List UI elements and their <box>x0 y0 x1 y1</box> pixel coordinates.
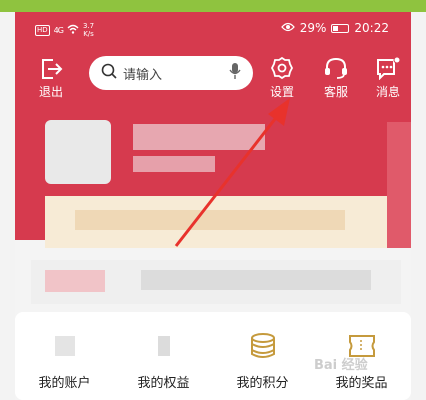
header-banner: HD 4G 3.7 K/s 29% 20:22 退出 请输入 设置 客服 消息 <box>15 12 411 248</box>
tile-my-rights[interactable]: 我的权益 <box>114 312 213 400</box>
signal-icon: 4G <box>53 25 64 35</box>
avatar[interactable] <box>45 120 111 184</box>
message-icon <box>370 56 406 80</box>
status-right: 29% 20:22 <box>280 21 389 35</box>
top-strip <box>0 0 426 12</box>
app-screen: HD 4G 3.7 K/s 29% 20:22 退出 请输入 设置 客服 消息 … <box>15 12 411 400</box>
message-button[interactable]: 消息 <box>370 56 406 100</box>
logout-label: 退出 <box>38 85 63 99</box>
microphone-icon[interactable] <box>229 62 241 84</box>
status-left: HD 4G 3.7 K/s <box>35 22 94 38</box>
search-icon <box>101 63 117 83</box>
message-label: 消息 <box>375 85 400 99</box>
watermark: Bai 经验 <box>314 358 368 373</box>
speed-value: 3.7 <box>82 22 95 30</box>
battery-percent: 29% <box>299 21 327 35</box>
settings-label: 设置 <box>269 85 294 99</box>
status-bar: HD 4G 3.7 K/s 29% 20:22 <box>15 12 411 46</box>
member-card-text-blurred <box>75 210 345 230</box>
coins-icon <box>248 332 278 364</box>
clock: 20:22 <box>354 21 389 35</box>
user-info-blurred <box>133 156 215 172</box>
customer-service-button[interactable]: 客服 <box>318 56 354 100</box>
battery-icon <box>331 23 350 33</box>
hd-badge: HD <box>35 24 50 36</box>
logout-icon <box>35 58 67 80</box>
search-input[interactable]: 请输入 <box>123 64 229 83</box>
info-row-tag-blurred <box>45 270 105 292</box>
speed-unit: K/s <box>83 30 94 38</box>
account-icon <box>51 332 79 364</box>
tile-my-points[interactable]: 我的积分 <box>213 312 312 400</box>
tile-label: 我的奖品 <box>335 376 388 391</box>
logout-button[interactable]: 退出 <box>35 58 67 100</box>
service-label: 客服 <box>323 85 348 99</box>
side-panel-blurred <box>387 122 411 248</box>
info-row-text-blurred <box>141 270 371 290</box>
settings-button[interactable]: 设置 <box>265 56 299 100</box>
wifi-icon <box>67 24 79 36</box>
tile-my-account[interactable]: 我的账户 <box>15 312 114 400</box>
network-speed: 3.7 K/s <box>83 22 94 38</box>
rights-icon <box>150 332 178 364</box>
tile-label: 我的积分 <box>236 376 289 391</box>
search-bar[interactable]: 请输入 <box>89 56 253 90</box>
tile-label: 我的账户 <box>38 376 91 391</box>
gear-icon <box>265 56 299 80</box>
user-name-blurred <box>133 124 265 150</box>
headset-icon <box>318 56 354 80</box>
tile-label: 我的权益 <box>137 376 190 391</box>
eye-icon <box>280 21 295 35</box>
